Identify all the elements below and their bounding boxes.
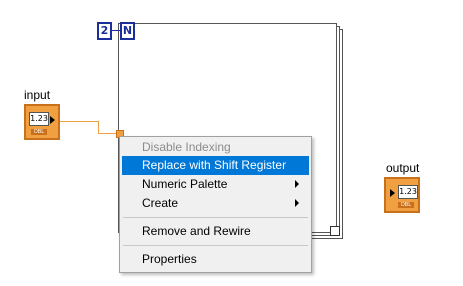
menu-separator bbox=[123, 245, 308, 246]
output-arrow-icon bbox=[50, 116, 55, 124]
input-label[interactable]: input bbox=[24, 88, 50, 102]
output-label[interactable]: output bbox=[386, 161, 419, 175]
menu-item-replace-with-shift-register[interactable]: Replace with Shift Register bbox=[122, 156, 309, 175]
input-wire-h2[interactable] bbox=[98, 133, 118, 134]
submenu-arrow-icon bbox=[295, 199, 299, 207]
menu-item-create[interactable]: Create bbox=[122, 194, 309, 213]
input-control-terminal[interactable]: 1.23 DBL bbox=[24, 104, 60, 140]
loop-count-constant[interactable]: 2 bbox=[97, 22, 112, 40]
output-type-badge: DBL bbox=[398, 202, 414, 208]
submenu-arrow-icon bbox=[295, 180, 299, 188]
menu-item-create-label: Create bbox=[142, 196, 179, 210]
output-value-display: 1.23 bbox=[398, 185, 418, 199]
loop-resize-corner[interactable] bbox=[330, 226, 340, 236]
input-wire-h1[interactable] bbox=[60, 121, 98, 122]
menu-item-numeric-palette-label: Numeric Palette bbox=[142, 177, 228, 191]
output-indicator-terminal[interactable]: 1.23 DBL bbox=[384, 177, 420, 213]
menu-item-disable-indexing: Disable Indexing bbox=[142, 140, 231, 154]
menu-item-properties[interactable]: Properties bbox=[122, 250, 309, 269]
count-wire bbox=[112, 30, 120, 31]
menu-separator bbox=[123, 217, 308, 218]
input-value-display: 1.23 bbox=[29, 112, 49, 126]
menu-item-remove-and-rewire[interactable]: Remove and Rewire bbox=[122, 222, 309, 241]
input-arrow-icon bbox=[390, 189, 395, 197]
context-menu: Disable Indexing Replace with Shift Regi… bbox=[119, 136, 312, 273]
menu-item-numeric-palette[interactable]: Numeric Palette bbox=[122, 175, 309, 194]
loop-count-terminal[interactable]: N bbox=[120, 22, 135, 40]
input-type-badge: DBL bbox=[31, 129, 47, 135]
